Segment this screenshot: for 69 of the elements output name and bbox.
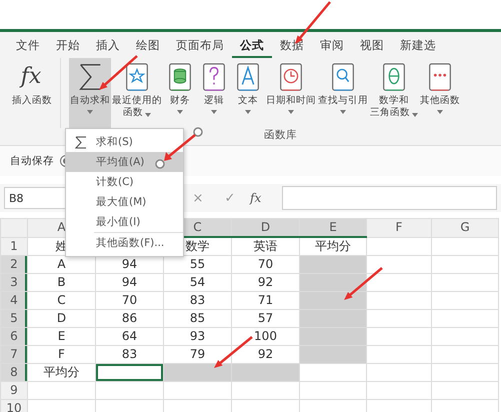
ribbon-tab[interactable]: 插入 [88,32,128,58]
menu-item[interactable]: 最大值(M) [66,192,183,212]
table-cell: B [28,274,96,292]
row-header[interactable]: 9 [0,382,28,400]
table-cell: 86 [96,310,164,328]
annotation-arrow [214,336,253,368]
ribbon-button[interactable]: 日期和时间 [265,58,317,128]
table-cell: 83 [96,346,164,364]
ribbon-tab[interactable]: 审阅 [312,32,352,58]
table-cell: 英语 [232,237,300,256]
table-cell: E [28,328,96,346]
row-header[interactable]: 6 [0,328,28,346]
table-cell: 71 [232,292,300,310]
ribbon-button[interactable]: 文本 [231,58,265,128]
ribbon-button[interactable]: 最近使用的 函数 [111,58,163,128]
ribbon-tab[interactable]: 新建选 [392,32,444,58]
column-header[interactable]: E [300,218,366,237]
annotation-arrow [99,55,138,90]
autosave-label: 自动保存 [10,154,54,168]
menu-item[interactable]: 计数(C) [66,172,183,192]
table-cell: 85 [164,310,232,328]
table-cell: D [28,310,96,328]
menu-item[interactable]: 求和(S) [66,132,183,152]
ribbon-tab[interactable]: 公式 [232,32,272,58]
table-cell: 92 [232,274,300,292]
column-header[interactable]: G [432,218,498,237]
ribbon-tab[interactable]: 开始 [48,32,88,58]
ribbon-tab[interactable]: 绘图 [128,32,168,58]
table-cell: 70 [232,256,300,274]
table-cell: 54 [164,274,232,292]
group-label: 函数库 [264,128,297,143]
ribbon-button[interactable]: 查找与引用 [317,58,369,128]
menu-item[interactable]: 其他函数(F)... [94,232,183,253]
row-header[interactable]: 3 [0,274,28,292]
insert-function-button[interactable]: fx [250,191,274,205]
sigma-icon [75,136,87,148]
column-header[interactable]: F [366,218,432,237]
table-cell: 94 [96,274,164,292]
row-header[interactable]: 4 [0,292,28,310]
ribbon-tab[interactable]: 视图 [352,32,392,58]
row-header[interactable]: 7 [0,346,28,364]
table-cell: 70 [96,292,164,310]
table-cell: F [28,346,96,364]
row-header[interactable]: 2 [0,256,28,274]
table-cell: 100 [232,328,300,346]
select-all-corner[interactable] [0,218,28,237]
ribbon-button[interactable]: 数学和 三角函数 [369,58,419,128]
row-header[interactable]: 5 [0,310,28,328]
table-cell: 57 [232,310,300,328]
row-header[interactable]: 1 [0,237,28,256]
table-cell: 平均分 [28,364,96,382]
column-header[interactable]: D [232,218,300,237]
ribbon-tab[interactable]: 页面布局 [168,32,232,58]
row-header[interactable]: 10 [0,400,28,412]
table-cell: C [28,292,96,310]
annotation-arrow [344,267,383,300]
ribbon-tab[interactable]: 文件 [8,32,48,58]
ribbon-button[interactable]: 其他函数 [419,58,461,128]
table-cell: 64 [96,328,164,346]
row-header[interactable]: 8 [0,364,28,382]
table-cell: 83 [164,292,232,310]
function-icon: fx [18,62,46,95]
menu-item[interactable]: 平均值(A) [66,152,183,172]
ribbon-button[interactable]: 财务 [163,58,197,128]
ribbon-button[interactable]: 逻辑 [197,58,231,128]
formula-input[interactable] [282,186,497,210]
table-cell: 93 [164,328,232,346]
name-box[interactable]: B8 [4,187,68,209]
ribbon-button[interactable]: 自动求和 [69,58,111,128]
